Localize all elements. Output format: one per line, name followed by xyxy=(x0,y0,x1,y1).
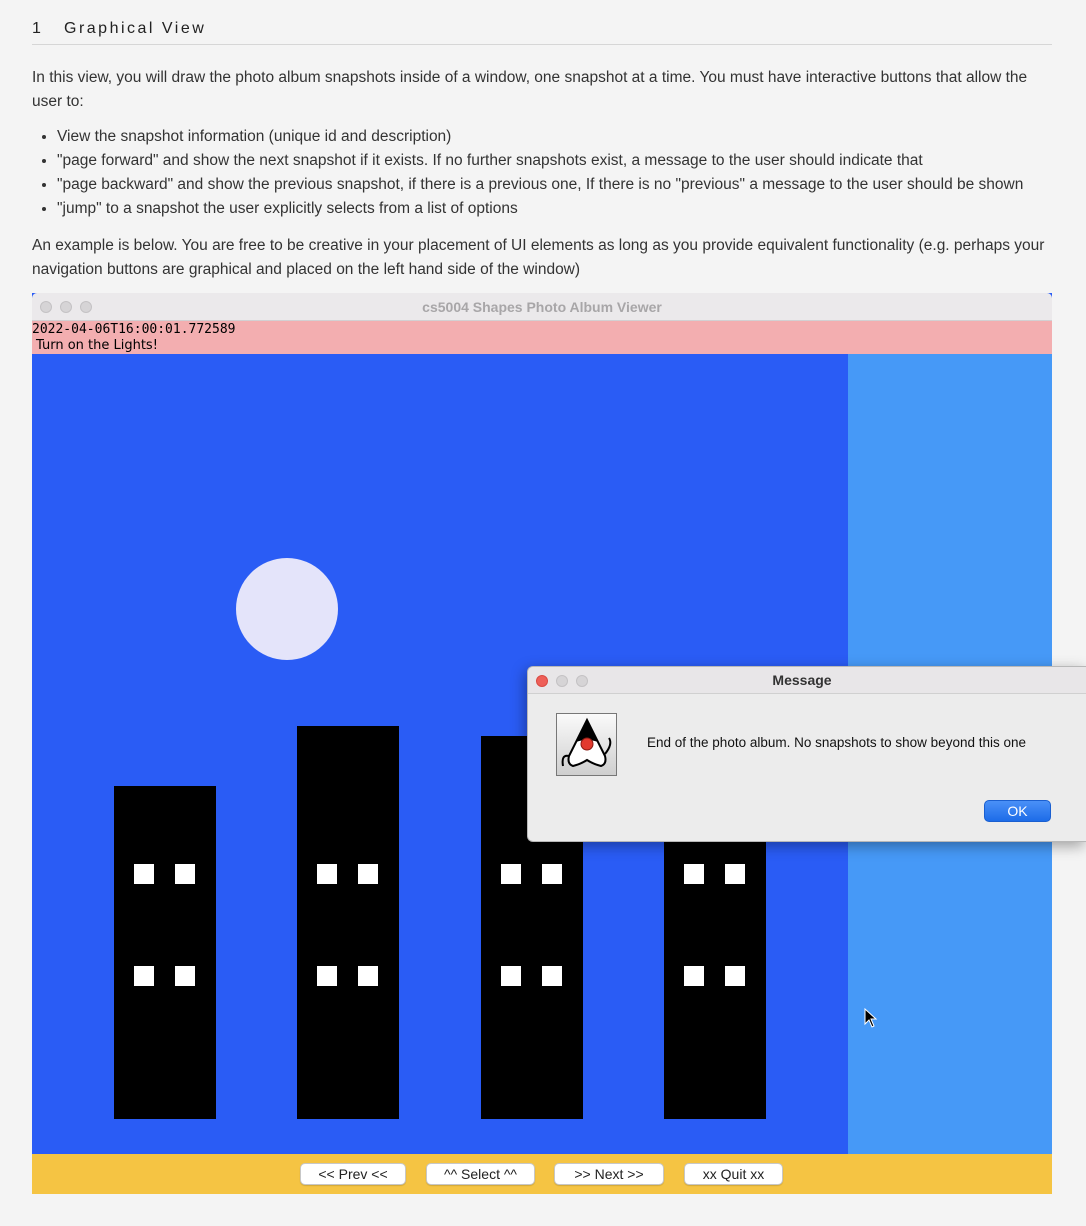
message-dialog: Message End of the photo album. No snaps… xyxy=(527,666,1086,842)
dialog-titlebar[interactable]: Message xyxy=(528,667,1086,694)
building-window xyxy=(134,966,154,986)
building-window xyxy=(134,864,154,884)
building-window xyxy=(684,966,704,986)
intro-paragraph: In this view, you will draw the photo al… xyxy=(32,69,1028,110)
building-1 xyxy=(114,786,216,1119)
list-item: "jump" to a snapshot the user explicitly… xyxy=(57,197,1057,221)
prev-button[interactable]: << Prev << xyxy=(300,1163,406,1185)
building-window xyxy=(358,966,378,986)
quit-button[interactable]: xx Quit xx xyxy=(684,1163,783,1185)
ok-button[interactable]: OK xyxy=(984,800,1051,822)
building-window xyxy=(725,966,745,986)
window-titlebar[interactable]: cs5004 Shapes Photo Album Viewer xyxy=(32,293,1052,321)
building-window xyxy=(175,966,195,986)
moon-circle xyxy=(236,558,338,660)
list-item: "page backward" and show the previous sn… xyxy=(57,173,1057,197)
building-window xyxy=(317,966,337,986)
building-rect xyxy=(297,726,399,1119)
dialog-message: End of the photo album. No snapshots to … xyxy=(647,735,1027,750)
example-paragraph: An example is below. You are free to be … xyxy=(32,237,1045,278)
building-window xyxy=(175,864,195,884)
window-title: cs5004 Shapes Photo Album Viewer xyxy=(422,299,662,315)
building-window xyxy=(725,864,745,884)
requirements-list: View the snapshot information (unique id… xyxy=(57,125,1057,221)
section-number: 1 xyxy=(32,20,44,37)
mouse-pointer-icon xyxy=(864,1007,878,1035)
building-window xyxy=(358,864,378,884)
navigation-button-bar: << Prev << ^^ Select ^^ >> Next >> xx Qu… xyxy=(32,1154,1052,1194)
building-window xyxy=(542,864,562,884)
select-button[interactable]: ^^ Select ^^ xyxy=(426,1163,535,1185)
list-item: View the snapshot information (unique id… xyxy=(57,125,1057,149)
snapshot-id: 2022-04-06T16:00:01.772589 xyxy=(32,322,236,337)
building-window xyxy=(501,864,521,884)
java-duke-icon xyxy=(556,713,617,776)
next-button[interactable]: >> Next >> xyxy=(554,1163,664,1185)
building-2 xyxy=(297,726,399,1119)
snapshot-info-bar: 2022-04-06T16:00:01.772589 Turn on the L… xyxy=(32,321,1052,354)
snapshot-description: Turn on the Lights! xyxy=(36,338,158,353)
list-item: "page forward" and show the next snapsho… xyxy=(57,149,1057,173)
dialog-title: Message xyxy=(772,672,832,688)
section-title: Graphical View xyxy=(64,20,207,37)
building-window xyxy=(684,864,704,884)
building-window xyxy=(317,864,337,884)
building-rect xyxy=(114,786,216,1119)
section-heading: 1 Graphical View xyxy=(32,20,1052,45)
building-window xyxy=(501,966,521,986)
building-window xyxy=(542,966,562,986)
